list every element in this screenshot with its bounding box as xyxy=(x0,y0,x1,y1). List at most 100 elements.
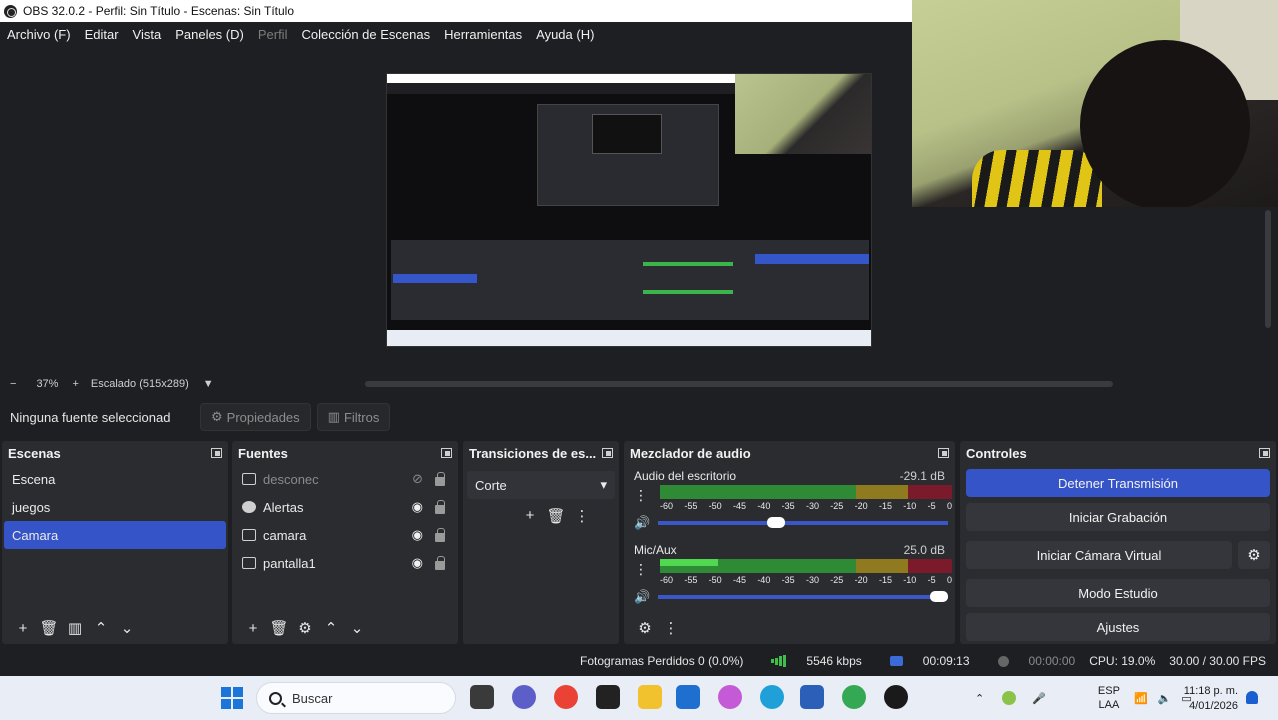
window-title: OBS 32.0.2 - Perfil: Sin Título - Escena… xyxy=(23,4,295,18)
lock-icon[interactable] xyxy=(435,528,445,542)
volume-knob[interactable] xyxy=(766,517,785,528)
windows-start-icon[interactable] xyxy=(221,687,243,709)
chrome-icon[interactable] xyxy=(554,685,578,709)
task-view-icon[interactable] xyxy=(470,685,494,709)
more-icon[interactable]: ⋮ xyxy=(634,561,648,578)
volume-meter xyxy=(660,559,952,573)
lock-icon[interactable] xyxy=(435,472,445,486)
gear-icon[interactable]: ⚙ xyxy=(292,619,318,637)
start-recording-button[interactable]: Iniciar Grabación xyxy=(966,503,1270,531)
undock-icon[interactable] xyxy=(211,448,222,458)
eye-hidden-icon[interactable]: ⊘ xyxy=(412,471,423,487)
menu-herramientas[interactable]: Herramientas xyxy=(444,27,522,42)
chrome-profile-icon[interactable] xyxy=(842,685,866,709)
tray-app-icon[interactable] xyxy=(1002,691,1017,705)
volume-knob[interactable] xyxy=(930,591,949,602)
menu-paneles[interactable]: Paneles (D) xyxy=(175,27,244,42)
menu-archivo[interactable]: Archivo (F) xyxy=(7,27,71,42)
browser-icon xyxy=(242,501,256,513)
clock-time: 11:18 p. m. xyxy=(1183,685,1238,697)
scene-item[interactable]: Escena xyxy=(4,465,226,493)
more-icon[interactable]: ⋮ xyxy=(634,487,648,504)
filter-icon[interactable]: ▥ xyxy=(62,619,88,637)
obs-taskbar-icon[interactable] xyxy=(596,685,620,709)
add-icon[interactable]: + xyxy=(10,620,36,637)
studio-mode-button[interactable]: Modo Estudio xyxy=(966,579,1270,607)
taskbar-search[interactable]: Buscar xyxy=(256,682,456,714)
chat-icon[interactable] xyxy=(512,685,536,709)
scaling-dropdown-icon[interactable]: ▼ xyxy=(203,378,214,390)
eye-icon[interactable]: ◉ xyxy=(412,499,423,515)
scene-item[interactable]: juegos xyxy=(4,493,226,521)
undock-icon[interactable] xyxy=(1259,448,1270,458)
speaker-icon[interactable]: 🔊 xyxy=(634,589,650,605)
add-icon[interactable]: + xyxy=(517,507,543,525)
undock-icon[interactable] xyxy=(602,448,613,458)
gear-icon[interactable]: ⚙ xyxy=(1238,541,1270,569)
filters-button[interactable]: ▥ Filtros xyxy=(316,403,391,431)
more-icon[interactable]: ⋮ xyxy=(569,507,595,525)
webcam-overlay xyxy=(912,0,1278,207)
menu-ayuda[interactable]: Ayuda (H) xyxy=(536,27,594,42)
audio-mixer-dock: Mezclador de audio Audio del escritorio … xyxy=(624,441,955,644)
meter-scale: -60 -55 -50 -45 -40 -35 -30 -25 -20 -15 -10 -5 0 xyxy=(660,501,952,511)
volume-slider[interactable] xyxy=(658,517,949,528)
speaker-icon[interactable]: 🔊 xyxy=(634,515,650,531)
arrow-up-icon[interactable]: ⌃ xyxy=(318,619,344,637)
store-icon[interactable] xyxy=(676,685,700,709)
undock-icon[interactable] xyxy=(441,448,452,458)
arrow-down-icon[interactable]: ⌄ xyxy=(114,619,140,637)
file-explorer-icon[interactable] xyxy=(638,685,662,709)
nested-taskbar xyxy=(387,330,871,346)
settings-button[interactable]: Ajustes xyxy=(966,613,1270,641)
notification-bell-icon[interactable] xyxy=(1246,691,1258,704)
language-indicator[interactable]: ESP LAA xyxy=(1098,684,1120,712)
edge-icon[interactable] xyxy=(760,685,784,709)
trash-icon[interactable]: 🗑 xyxy=(36,619,62,637)
add-icon[interactable]: + xyxy=(240,620,266,637)
undock-icon[interactable] xyxy=(938,448,949,458)
obs-running-icon[interactable] xyxy=(884,685,908,709)
clock[interactable]: 11:18 p. m. 4/01/2026 xyxy=(1180,684,1238,714)
more-icon[interactable]: ⋮ xyxy=(658,619,684,637)
source-item[interactable]: desconec ⊘ xyxy=(232,465,458,493)
properties-label: Propiedades xyxy=(226,409,300,425)
chevron-up-icon[interactable]: ⌃ xyxy=(975,692,984,705)
stop-stream-button[interactable]: Detener Transmisión xyxy=(966,469,1270,497)
trash-icon[interactable]: 🗑 xyxy=(543,507,569,525)
menu-editar[interactable]: Editar xyxy=(85,27,119,42)
word-icon[interactable] xyxy=(800,685,824,709)
transition-select[interactable]: Corte ▾ xyxy=(467,471,615,499)
menu-vista[interactable]: Vista xyxy=(133,27,162,42)
zoom-in-button[interactable]: + xyxy=(72,378,78,390)
eye-icon[interactable]: ◉ xyxy=(412,527,423,543)
copilot-icon[interactable] xyxy=(718,685,742,709)
trash-icon[interactable]: 🗑 xyxy=(266,619,292,637)
search-placeholder: Buscar xyxy=(292,690,333,706)
arrow-down-icon[interactable]: ⌄ xyxy=(344,619,370,637)
arrow-up-icon[interactable]: ⌃ xyxy=(88,619,114,637)
zoom-out-button[interactable]: − xyxy=(10,378,16,390)
microphone-icon[interactable]: 🎤 xyxy=(1032,692,1046,705)
cpu-usage: CPU: 19.0% xyxy=(1089,654,1156,668)
preview-horizontal-scrollbar[interactable] xyxy=(365,381,1113,387)
source-item[interactable]: Alertas ◉ xyxy=(232,493,458,521)
eye-icon[interactable]: ◉ xyxy=(412,555,423,571)
program-preview-canvas[interactable] xyxy=(386,73,872,347)
lock-icon[interactable] xyxy=(435,500,445,514)
preview-vertical-scrollbar[interactable] xyxy=(1265,210,1271,328)
source-name: camara xyxy=(263,527,307,543)
menu-coleccion-escenas[interactable]: Colección de Escenas xyxy=(301,27,430,42)
streaming-icon xyxy=(889,656,903,666)
source-item[interactable]: camara ◉ xyxy=(232,521,458,549)
source-item[interactable]: pantalla1 ◉ xyxy=(232,549,458,577)
mixer-settings-icon[interactable]: ⚙ xyxy=(632,619,658,637)
scene-item-selected[interactable]: Camara xyxy=(4,521,226,549)
lang-layout: LAA xyxy=(1098,699,1120,711)
properties-button[interactable]: ⚙ Propiedades xyxy=(200,403,311,431)
volume-slider[interactable] xyxy=(658,591,949,602)
lock-icon[interactable] xyxy=(435,556,445,570)
wifi-icon[interactable]: 📶 xyxy=(1134,692,1148,705)
start-virtual-camera-button[interactable]: Iniciar Cámara Virtual xyxy=(966,541,1232,569)
volume-icon[interactable]: 🔈 xyxy=(1158,692,1172,705)
